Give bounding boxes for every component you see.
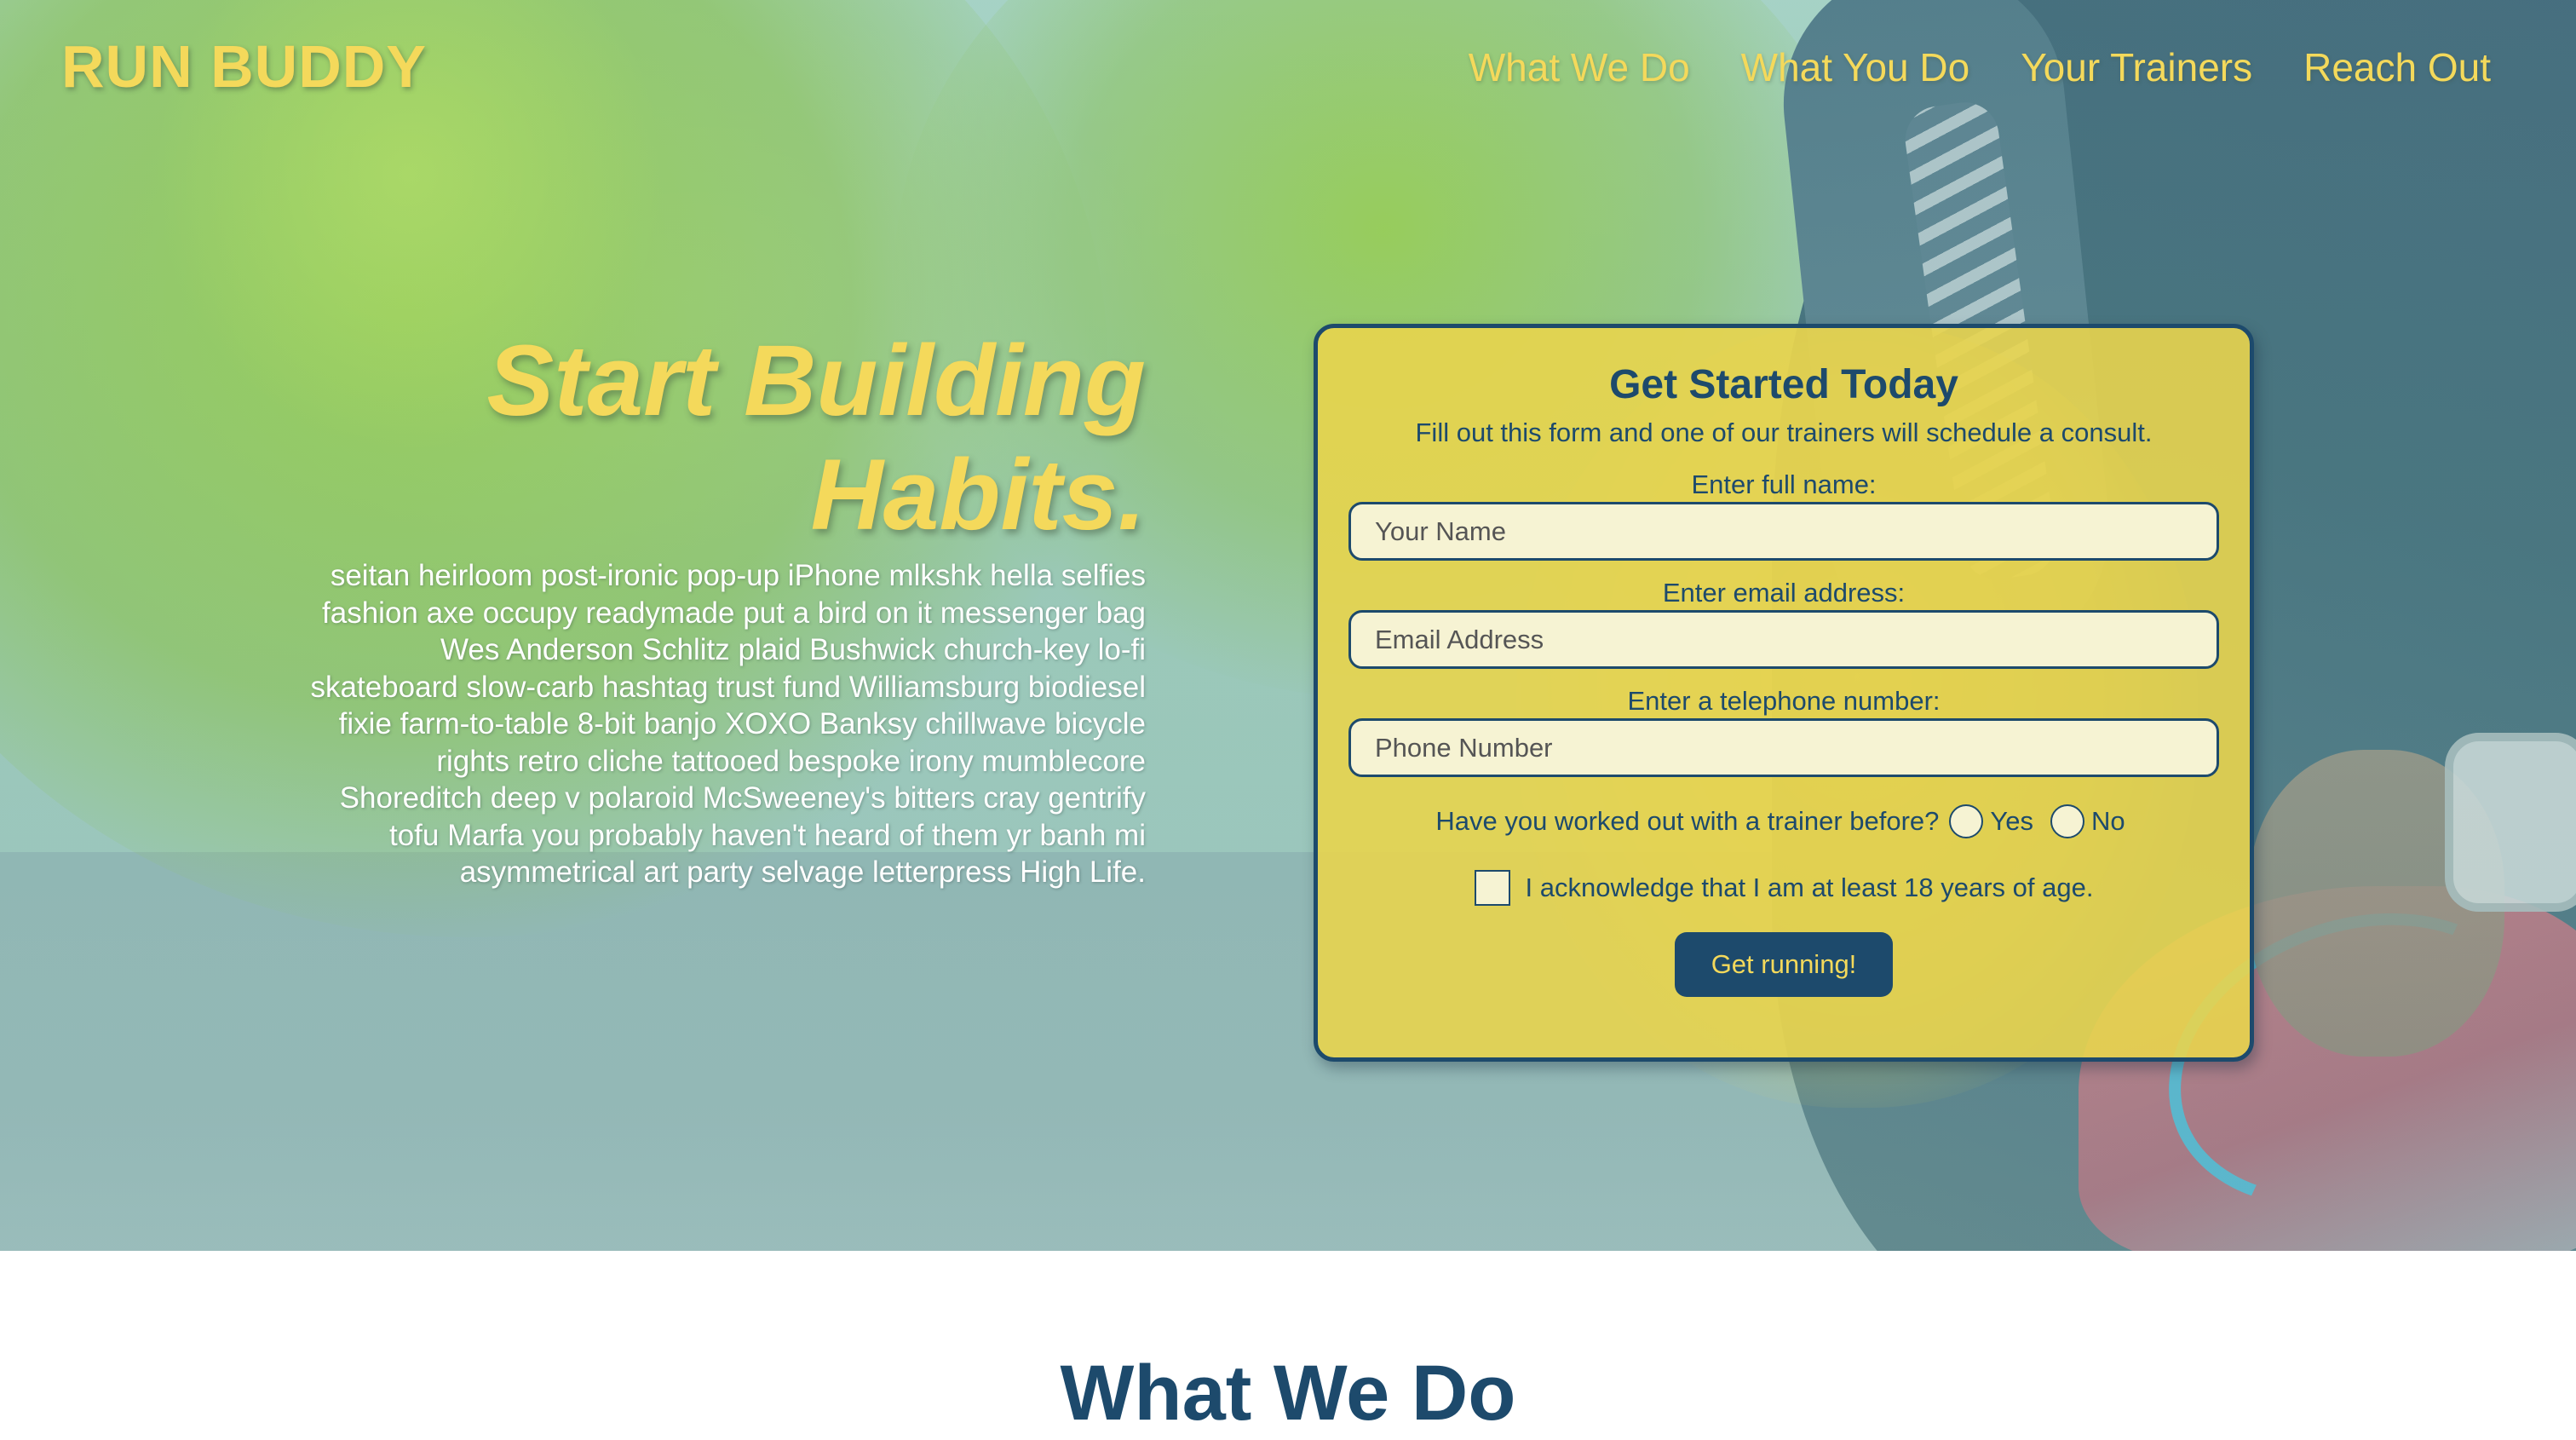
email-input[interactable]: [1348, 610, 2219, 669]
nav-link-your-trainers[interactable]: Your Trainers: [2021, 44, 2252, 90]
phone-input[interactable]: [1348, 718, 2219, 777]
signup-form: Get Started Today Fill out this form and…: [1314, 324, 2254, 1062]
trainer-experience-row: Have you worked out with a trainer befor…: [1318, 803, 2250, 840]
hero-title-line-1: Start Building: [486, 325, 1146, 437]
hero-background-hand: [2249, 750, 2504, 1057]
hero-section: RUN BUDDY What We Do What You Do Your Tr…: [0, 0, 2576, 1251]
phone-field-label: Enter a telephone number:: [1627, 686, 1941, 716]
age-acknowledge-checkbox[interactable]: [1474, 870, 1510, 906]
form-subtitle: Fill out this form and one of our traine…: [1415, 418, 2153, 447]
main-nav: What We Do What You Do Your Trainers Rea…: [1469, 44, 2491, 90]
hero-intro: Start Building Habits. seitan heirloom p…: [307, 324, 1146, 891]
trainer-yes-label: Yes: [1990, 806, 2033, 836]
hero-title: Start Building Habits.: [307, 324, 1146, 552]
nav-link-what-you-do[interactable]: What You Do: [1741, 44, 1970, 90]
nav-link-reach-out[interactable]: Reach Out: [2303, 44, 2491, 90]
nav-link-what-we-do[interactable]: What We Do: [1469, 44, 1690, 90]
hero-background-watch: [2445, 733, 2576, 912]
name-field-label: Enter full name:: [1691, 469, 1877, 499]
what-we-do-heading: What We Do: [1060, 1350, 1516, 1437]
hero-title-line-2: Habits.: [810, 439, 1146, 551]
email-field-label: Enter email address:: [1662, 578, 1906, 608]
brand-logo[interactable]: RUN BUDDY: [61, 32, 427, 101]
name-input[interactable]: [1348, 502, 2219, 561]
hero-body-text: seitan heirloom post-ironic pop-up iPhon…: [310, 559, 1146, 889]
trainer-no-label: No: [2090, 806, 2125, 836]
age-acknowledge-row: I acknowledge that I am at least 18 year…: [1318, 869, 2250, 907]
trainer-yes-radio[interactable]: [1949, 804, 1984, 838]
trainer-question-label: Have you worked out with a trainer befor…: [1435, 806, 1940, 836]
age-acknowledge-label: I acknowledge that I am at least 18 year…: [1525, 873, 2094, 902]
trainer-no-radio[interactable]: [2050, 804, 2084, 838]
get-running-button[interactable]: Get running!: [1675, 932, 1893, 997]
form-title: Get Started Today: [1609, 362, 1958, 407]
